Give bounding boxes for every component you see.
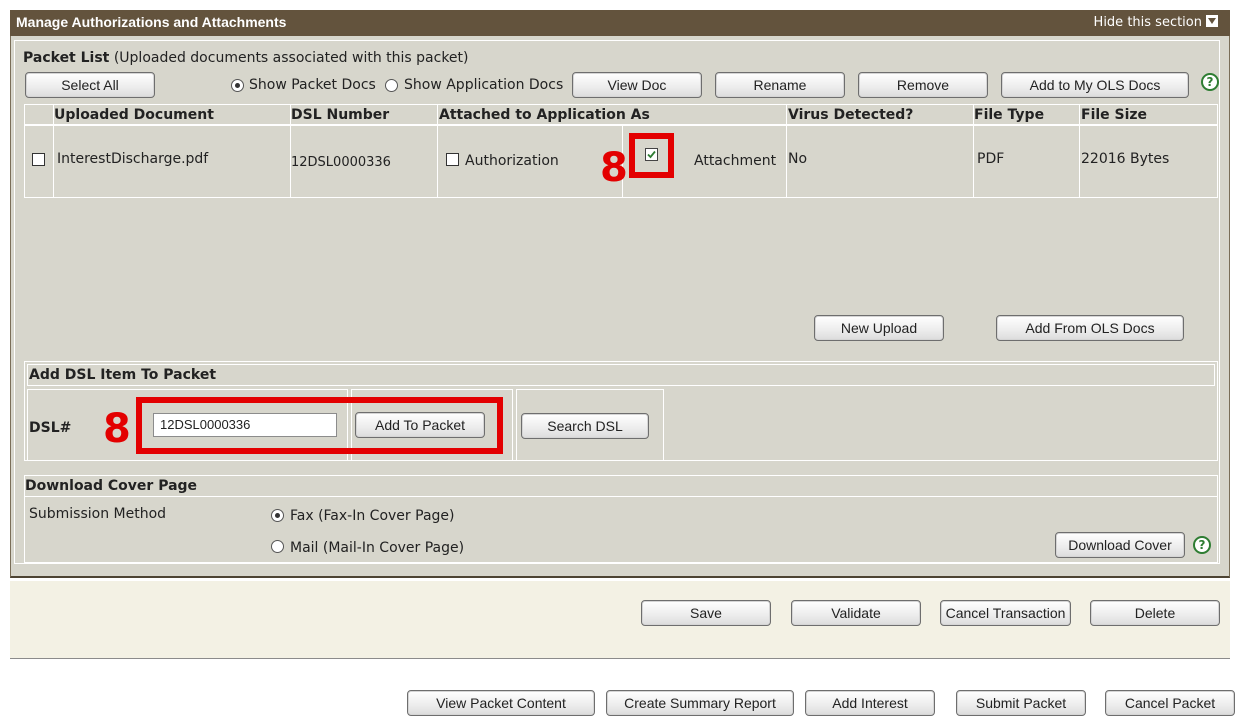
annotation-marker: 8 bbox=[103, 406, 131, 452]
hide-section-link[interactable]: Hide this section bbox=[1094, 15, 1218, 30]
virus-detected-value: No bbox=[788, 151, 808, 167]
cover-help-icon[interactable]: ? bbox=[1193, 536, 1211, 554]
cancel-transaction-button[interactable]: Cancel Transaction bbox=[940, 600, 1071, 626]
radio-mail-label: Mail (Mail-In Cover Page) bbox=[290, 540, 465, 556]
download-cover-header bbox=[24, 475, 1218, 497]
packet-list-subheading: (Uploaded documents associated with this… bbox=[113, 50, 469, 66]
validate-button[interactable]: Validate bbox=[791, 600, 921, 626]
delete-button[interactable]: Delete bbox=[1090, 600, 1220, 626]
manage-panel: Packet List (Uploaded documents associat… bbox=[10, 36, 1230, 578]
dsl-number: 12DSL0000336 bbox=[291, 155, 391, 170]
remove-button[interactable]: Remove bbox=[858, 72, 988, 98]
select-all-button[interactable]: Select All bbox=[25, 72, 155, 98]
section-header: Manage Authorizations and Attachments Hi… bbox=[10, 10, 1230, 36]
add-to-ols-docs-button[interactable]: Add to My OLS Docs bbox=[1001, 72, 1189, 98]
radio-show-packet-docs[interactable] bbox=[231, 79, 244, 92]
add-interest-button[interactable]: Add Interest bbox=[805, 690, 935, 716]
search-dsl-button[interactable]: Search DSL bbox=[521, 413, 649, 439]
section-title: Manage Authorizations and Attachments bbox=[16, 14, 287, 30]
radio-show-application-docs-label: Show Application Docs bbox=[404, 77, 564, 93]
view-doc-button[interactable]: View Doc bbox=[572, 72, 702, 98]
document-name: InterestDischarge.pdf bbox=[57, 151, 209, 167]
authorization-checkbox[interactable] bbox=[446, 153, 459, 166]
col-header-file-size: File Size bbox=[1081, 107, 1148, 123]
new-upload-button[interactable]: New Upload bbox=[814, 315, 944, 341]
annotation-marker: 8 bbox=[600, 145, 628, 191]
dsl-input[interactable]: 12DSL0000336 bbox=[153, 413, 337, 437]
submit-packet-button[interactable]: Submit Packet bbox=[956, 690, 1086, 716]
radio-show-packet-docs-label: Show Packet Docs bbox=[249, 77, 376, 93]
cancel-packet-button[interactable]: Cancel Packet bbox=[1105, 690, 1235, 716]
hide-section-label: Hide this section bbox=[1093, 15, 1202, 30]
add-dsl-heading: Add DSL Item To Packet bbox=[29, 367, 217, 383]
add-to-packet-button[interactable]: Add To Packet bbox=[355, 412, 485, 438]
col-header-file-type: File Type bbox=[974, 107, 1045, 123]
save-button[interactable]: Save bbox=[641, 600, 771, 626]
col-divider bbox=[437, 104, 438, 198]
col-header-uploaded-document: Uploaded Document bbox=[54, 107, 214, 123]
collapse-icon bbox=[1206, 15, 1218, 27]
radio-fax-label: Fax (Fax-In Cover Page) bbox=[290, 508, 455, 524]
add-from-ols-docs-button[interactable]: Add From OLS Docs bbox=[996, 315, 1184, 341]
col-header-dsl-number: DSL Number bbox=[291, 107, 390, 123]
attachment-label: Attachment bbox=[694, 153, 777, 169]
download-cover-button[interactable]: Download Cover bbox=[1055, 532, 1185, 558]
radio-mail[interactable] bbox=[271, 540, 284, 553]
file-size-value: 22016 Bytes bbox=[1081, 151, 1170, 167]
packet-list-heading-row: Packet List (Uploaded documents associat… bbox=[23, 50, 469, 66]
create-summary-report-button[interactable]: Create Summary Report bbox=[606, 690, 794, 716]
dsl-label: DSL# bbox=[29, 420, 72, 436]
row-select-checkbox[interactable] bbox=[32, 153, 45, 166]
checkmark-icon bbox=[647, 150, 656, 159]
attachment-checkbox[interactable] bbox=[645, 148, 658, 161]
radio-show-application-docs[interactable] bbox=[385, 79, 398, 92]
radio-fax[interactable] bbox=[271, 509, 284, 522]
download-cover-heading: Download Cover Page bbox=[25, 478, 198, 494]
view-packet-content-button[interactable]: View Packet Content bbox=[407, 690, 595, 716]
packet-list-panel: Packet List (Uploaded documents associat… bbox=[14, 40, 1220, 564]
col-header-virus-detected: Virus Detected? bbox=[788, 107, 914, 123]
rename-button[interactable]: Rename bbox=[715, 72, 845, 98]
file-type-value: PDF bbox=[977, 151, 1005, 167]
action-bar: Save Validate Cancel Transaction Delete bbox=[10, 581, 1230, 659]
submission-method-label: Submission Method bbox=[29, 506, 167, 522]
authorization-label: Authorization bbox=[465, 153, 559, 169]
packet-list-heading: Packet List bbox=[23, 50, 110, 66]
col-header-attached-as: Attached to Application As bbox=[439, 107, 650, 123]
packet-help-icon[interactable]: ? bbox=[1201, 73, 1219, 91]
col-divider bbox=[786, 104, 787, 198]
col-divider bbox=[1079, 104, 1080, 198]
